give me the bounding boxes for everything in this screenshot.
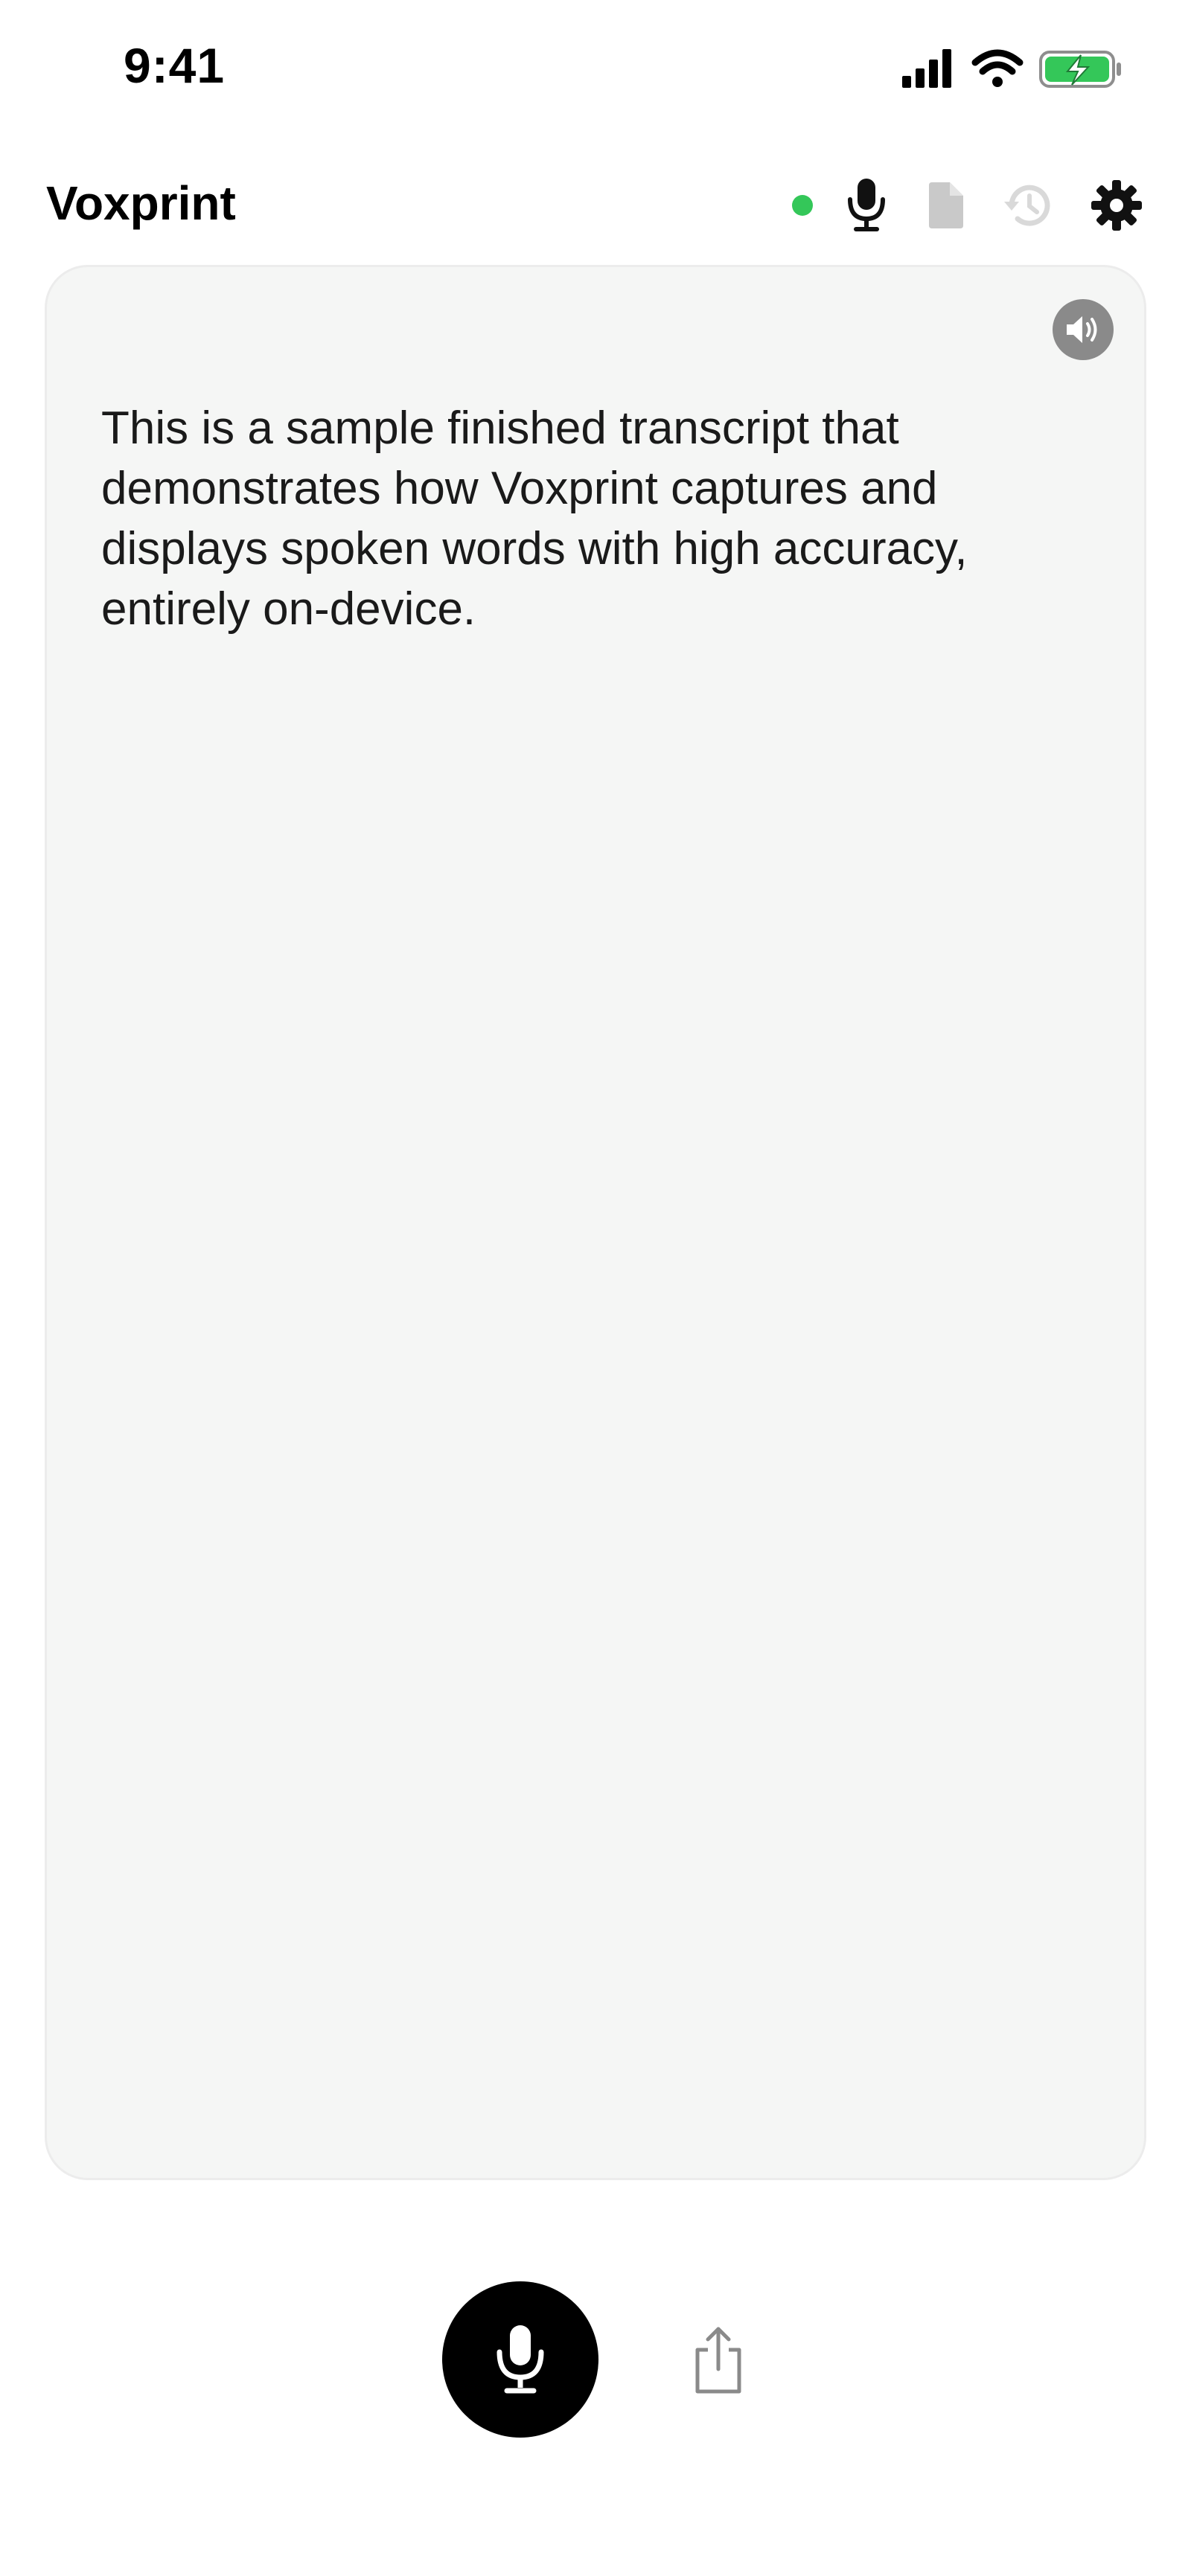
speaker-icon[interactable] xyxy=(1053,299,1114,360)
app-title: Voxprint xyxy=(46,176,236,230)
gear-icon[interactable] xyxy=(1087,176,1146,235)
transcript-text[interactable]: This is a sample finished transcript tha… xyxy=(101,398,1099,639)
battery-icon xyxy=(1039,51,1121,88)
record-button[interactable] xyxy=(442,2281,598,2438)
status-time: 9:41 xyxy=(124,38,226,93)
wifi-icon xyxy=(971,49,1024,87)
recording-status-dot xyxy=(792,195,813,216)
microphone-icon[interactable] xyxy=(837,176,896,235)
document-icon[interactable] xyxy=(916,176,975,235)
signal-icon xyxy=(902,49,951,88)
history-icon[interactable] xyxy=(997,176,1057,235)
share-icon[interactable] xyxy=(685,2323,752,2397)
status-icons xyxy=(893,45,1124,92)
microphone-icon xyxy=(496,2325,544,2394)
